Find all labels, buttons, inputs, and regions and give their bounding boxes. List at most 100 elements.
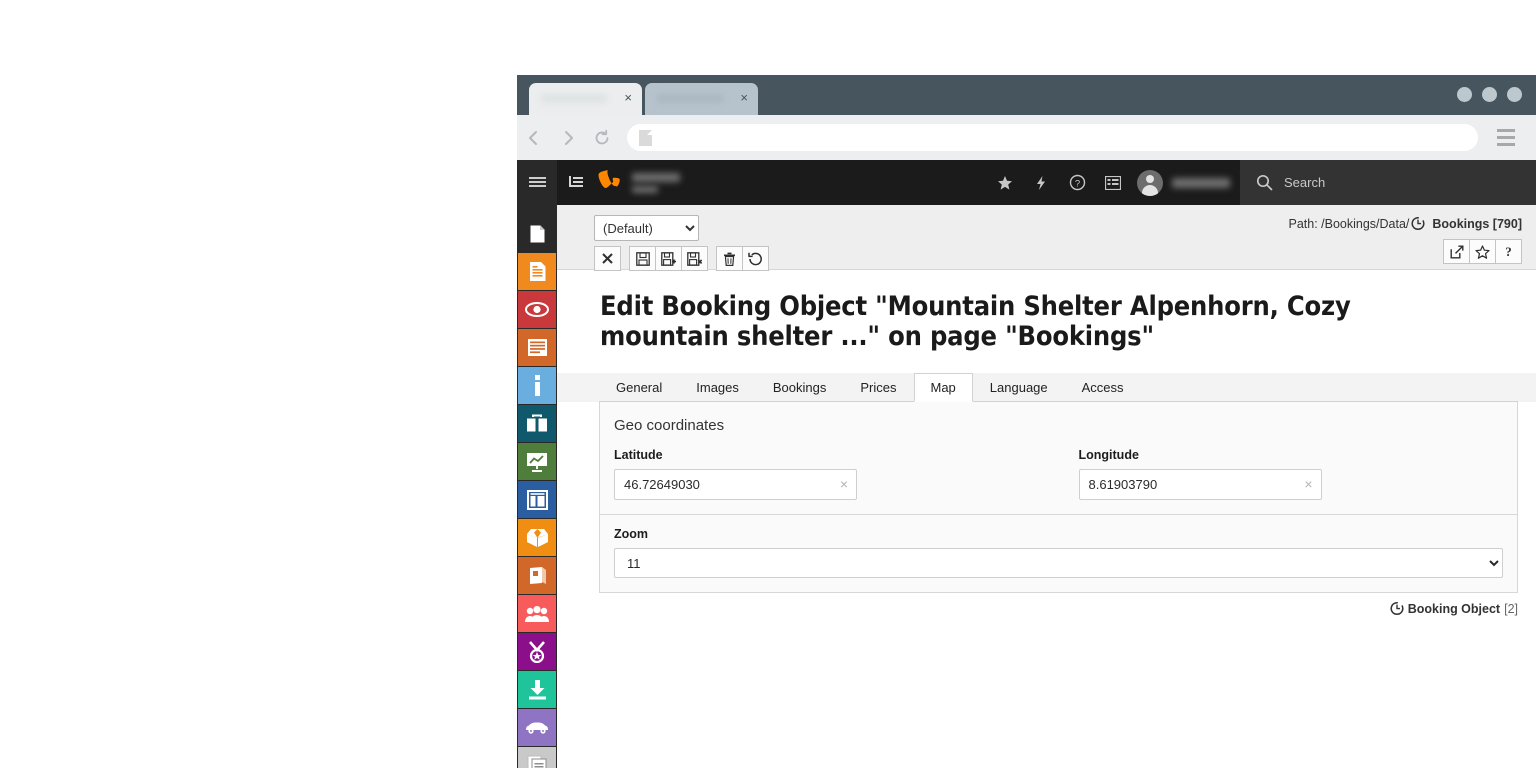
latitude-clear-icon[interactable]: × [840, 477, 848, 491]
browser-toolbar [517, 115, 1536, 160]
tab-language[interactable]: Language [973, 373, 1065, 402]
window-controls [1457, 87, 1522, 102]
star-outline-icon [1475, 244, 1490, 259]
section-title-geo-coordinates: Geo coordinates [614, 417, 725, 434]
medal-icon [529, 640, 545, 663]
tab-map[interactable]: Map [913, 373, 973, 402]
tab-images[interactable]: Images [679, 373, 756, 402]
window-minimize-button[interactable] [1457, 87, 1472, 102]
longitude-field: Longitude × [1059, 448, 1504, 500]
latitude-input[interactable] [614, 469, 857, 500]
window-maximize-button[interactable] [1482, 87, 1497, 102]
chart-board-icon [527, 452, 547, 472]
search-icon [1256, 174, 1273, 191]
save-and-new-button[interactable] [655, 246, 682, 271]
bookmark-button[interactable] [1469, 239, 1496, 264]
record-count-label: [2] [1504, 601, 1518, 616]
typo3-body: (Default) Path: /Bookings/Data/ Bookings… [517, 205, 1536, 768]
sidebar-item-reports-module[interactable] [518, 443, 556, 480]
longitude-clear-icon[interactable]: × [1304, 477, 1312, 491]
browser-tab-1-title [541, 94, 607, 103]
coordinates-row: Latitude × Longitude [614, 448, 1503, 500]
clock-record-icon [1390, 601, 1405, 616]
site-name [632, 172, 680, 193]
screenshot-root: × × ? Search (Default) Path: /Bookings/D… [0, 0, 1536, 768]
avatar [1137, 169, 1163, 196]
longitude-input[interactable] [1078, 469, 1322, 500]
geo-coordinates-section: Geo coordinates Latitude × [600, 402, 1517, 514]
sidebar-item-extensions-module[interactable] [518, 519, 556, 556]
sidebar-item-info-module[interactable] [518, 367, 556, 404]
site-subtitle-text [632, 185, 658, 193]
clock-page-icon [1411, 216, 1426, 231]
save-button-group [629, 246, 708, 271]
browser-menu-icon[interactable] [1488, 123, 1524, 153]
reload-icon[interactable] [585, 123, 619, 153]
latitude-field: Latitude × [614, 448, 1059, 500]
browser-titlebar: × × [517, 75, 1536, 115]
sidebar-item-view-module[interactable] [518, 291, 556, 328]
module-sidebar [517, 205, 557, 768]
search-placeholder: Search [1284, 175, 1326, 190]
save-close-icon [687, 251, 702, 266]
people-icon [525, 605, 549, 622]
longitude-input-wrap: × [1078, 469, 1322, 500]
zoom-select[interactable]: 11 [614, 548, 1503, 578]
pages-icon [527, 755, 546, 768]
record-button-group [716, 246, 769, 271]
user-menu[interactable] [1131, 160, 1240, 205]
bookmark-star-icon[interactable] [987, 160, 1023, 205]
save-plus-icon [661, 251, 676, 266]
tab-access[interactable]: Access [1065, 373, 1141, 402]
sidebar-item-functions-module[interactable] [518, 405, 556, 442]
browser-tab-1[interactable]: × [529, 83, 642, 115]
list-module-icon[interactable] [557, 175, 595, 191]
tab-prices[interactable]: Prices [843, 373, 913, 402]
search-input[interactable]: Search [1240, 160, 1536, 205]
language-select[interactable]: (Default) [594, 215, 699, 241]
sidebar-item-backend-users-module[interactable] [518, 595, 556, 632]
address-bar[interactable] [627, 124, 1478, 151]
username-text [1172, 177, 1230, 188]
browser-tab-2[interactable]: × [645, 83, 758, 115]
undo-button[interactable] [742, 246, 769, 271]
forward-icon[interactable] [551, 123, 585, 153]
back-icon[interactable] [517, 123, 551, 153]
document-header-right-buttons: ? [1288, 239, 1522, 264]
sidebar-item-template-module[interactable] [518, 481, 556, 518]
help-button[interactable]: ? [1495, 239, 1522, 264]
sidebar-item-access-module[interactable] [518, 633, 556, 670]
site-name-text [632, 172, 680, 182]
save-and-close-button[interactable] [681, 246, 708, 271]
flash-icon[interactable] [1023, 160, 1059, 205]
browser-tab-2-close-icon[interactable]: × [740, 91, 748, 104]
sidebar-item-list-module[interactable] [518, 329, 556, 366]
form-tabs: General Images Bookings Prices Map Langu… [599, 373, 1518, 402]
hamburger-icon[interactable] [517, 160, 557, 205]
sidebar-item-page-module[interactable] [518, 215, 556, 252]
tab-bookings[interactable]: Bookings [756, 373, 843, 402]
help-icon[interactable]: ? [1059, 160, 1095, 205]
layout-icon [526, 489, 548, 510]
save-button[interactable] [629, 246, 656, 271]
zoom-section: Zoom 11 [600, 515, 1517, 592]
zoom-label: Zoom [614, 527, 649, 541]
document-icon [529, 262, 545, 281]
window-close-button[interactable] [1507, 87, 1522, 102]
sidebar-item-import-export-module[interactable] [518, 671, 556, 708]
delete-button[interactable] [716, 246, 743, 271]
sidebar-item-vehicles-module[interactable] [518, 709, 556, 746]
sidebar-item-web-page-module[interactable] [518, 253, 556, 290]
close-button[interactable] [594, 246, 621, 271]
breadcrumb-page: Bookings [790] [1432, 216, 1522, 231]
list-icon[interactable] [1095, 160, 1131, 205]
sidebar-item-documentation-module[interactable] [518, 557, 556, 594]
document-header: (Default) Path: /Bookings/Data/ Bookings… [557, 205, 1536, 271]
breadcrumb-path: Path: /Bookings/Data/ [1288, 216, 1410, 231]
open-in-new-window-button[interactable] [1443, 239, 1470, 264]
typo3-logo-area[interactable] [597, 169, 680, 197]
tab-general[interactable]: General [599, 373, 679, 402]
browser-tab-1-close-icon[interactable]: × [624, 91, 632, 104]
browser-window: × × ? Search (Default) Path: /Bookings/D… [517, 75, 1536, 768]
sidebar-item-files-module[interactable] [518, 747, 556, 768]
